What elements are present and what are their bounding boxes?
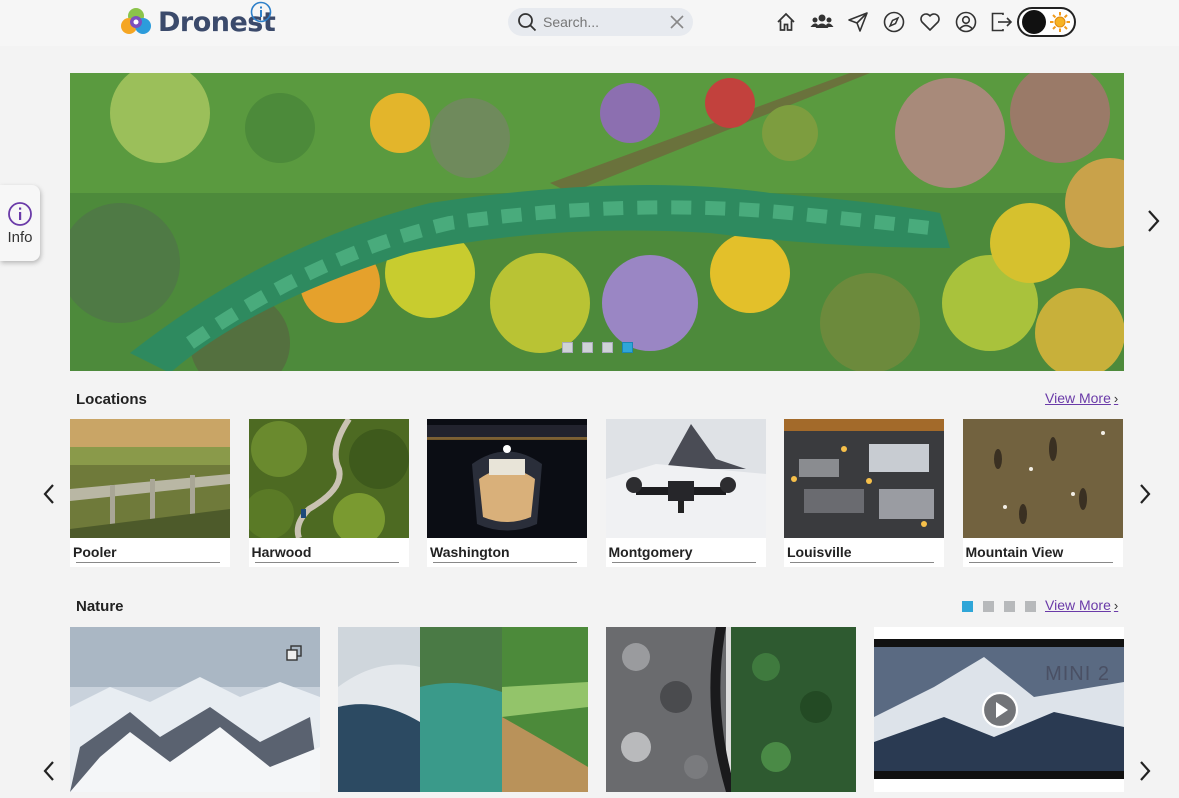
- divider: [790, 562, 934, 563]
- location-label: Louisville: [787, 544, 852, 560]
- nav-icons: [768, 9, 1020, 35]
- locations-view-more[interactable]: View More ›: [1045, 390, 1118, 406]
- clear-search-icon[interactable]: [669, 14, 685, 35]
- nature-page-dot[interactable]: [962, 601, 973, 612]
- location-image: [427, 419, 587, 538]
- divider: [611, 562, 756, 563]
- nature-pagination: [962, 601, 1036, 612]
- logout-icon[interactable]: [984, 9, 1020, 35]
- users-icon[interactable]: [804, 9, 840, 35]
- locations-next-arrow[interactable]: [1136, 481, 1154, 507]
- info-icon: [7, 201, 33, 227]
- nature-carousel: MINI 2: [70, 627, 1124, 792]
- top-header: Dronest: [0, 0, 1179, 46]
- search-input[interactable]: [543, 14, 663, 30]
- nature-card-video[interactable]: MINI 2: [874, 627, 1124, 792]
- nature-image: [70, 627, 320, 792]
- nature-title: Nature: [76, 598, 124, 615]
- hero-next-arrow[interactable]: [1143, 207, 1163, 240]
- location-card-louisville[interactable]: Louisville: [784, 419, 944, 567]
- nature-image: [338, 627, 588, 792]
- location-image: [248, 419, 409, 538]
- user-icon[interactable]: [948, 9, 984, 35]
- info-side-tab[interactable]: Info: [0, 185, 40, 261]
- gallery-icon: [286, 645, 302, 661]
- search-icon[interactable]: [517, 12, 537, 32]
- location-card-pooler[interactable]: Pooler: [70, 419, 230, 567]
- compass-icon[interactable]: [876, 9, 912, 35]
- nature-page-dot[interactable]: [1025, 601, 1036, 612]
- divider: [76, 562, 220, 563]
- hero-dot[interactable]: [581, 342, 593, 353]
- nature-next-arrow[interactable]: [1136, 758, 1154, 784]
- location-label: Pooler: [73, 544, 117, 560]
- nature-image: [606, 627, 856, 792]
- chevron-right-icon: ›: [1113, 597, 1119, 613]
- location-image: [70, 419, 230, 538]
- hero-dot[interactable]: [621, 342, 633, 353]
- divider: [433, 562, 577, 563]
- logo-mark-icon: [118, 4, 154, 40]
- nature-card-forest-road[interactable]: [606, 627, 856, 792]
- sun-icon: [1049, 11, 1071, 33]
- video-overlay-text: MINI 2: [1045, 663, 1110, 685]
- nature-card-seasons-lake[interactable]: [338, 627, 588, 792]
- heart-icon[interactable]: [912, 9, 948, 35]
- location-card-washington[interactable]: Washington: [427, 419, 587, 567]
- hero-pagination: [70, 342, 1124, 353]
- divider: [254, 562, 399, 563]
- moon-icon: [1022, 10, 1046, 34]
- location-label: Montgomery: [608, 544, 693, 560]
- search-box: [508, 8, 693, 36]
- play-icon[interactable]: [981, 691, 1019, 729]
- nature-view-more-label: View More: [1045, 597, 1111, 613]
- location-card-mountain-view[interactable]: Mountain View: [962, 419, 1123, 567]
- hero-dot[interactable]: [601, 342, 613, 353]
- hero-carousel[interactable]: [70, 73, 1124, 371]
- nature-prev-arrow[interactable]: [40, 758, 58, 784]
- brand-info-icon[interactable]: [250, 1, 272, 28]
- divider: [968, 562, 1113, 563]
- location-label: Harwood: [251, 544, 312, 560]
- location-card-harwood[interactable]: Harwood: [248, 419, 409, 567]
- home-icon[interactable]: [768, 9, 804, 35]
- theme-toggle[interactable]: [1017, 7, 1076, 37]
- location-label: Mountain View: [965, 544, 1064, 560]
- locations-prev-arrow[interactable]: [40, 481, 58, 507]
- location-image: [962, 419, 1123, 538]
- location-label: Washington: [430, 544, 510, 560]
- hero-image: [70, 73, 1124, 371]
- send-icon[interactable]: [840, 9, 876, 35]
- nature-page-dot[interactable]: [1004, 601, 1015, 612]
- nature-card-snowy-peaks[interactable]: [70, 627, 320, 792]
- locations-carousel: Pooler Harwood Washington Montgomery Lou…: [70, 419, 1123, 567]
- hero-dot[interactable]: [561, 342, 573, 353]
- location-image: [784, 419, 944, 538]
- locations-view-more-label: View More: [1045, 390, 1111, 406]
- nature-page-dot[interactable]: [983, 601, 994, 612]
- location-image: [605, 419, 766, 538]
- chevron-right-icon: ›: [1113, 390, 1119, 406]
- locations-title: Locations: [76, 391, 147, 408]
- info-tab-label: Info: [7, 228, 33, 246]
- nature-view-more[interactable]: View More ›: [1045, 597, 1118, 613]
- location-card-montgomery[interactable]: Montgomery: [605, 419, 766, 567]
